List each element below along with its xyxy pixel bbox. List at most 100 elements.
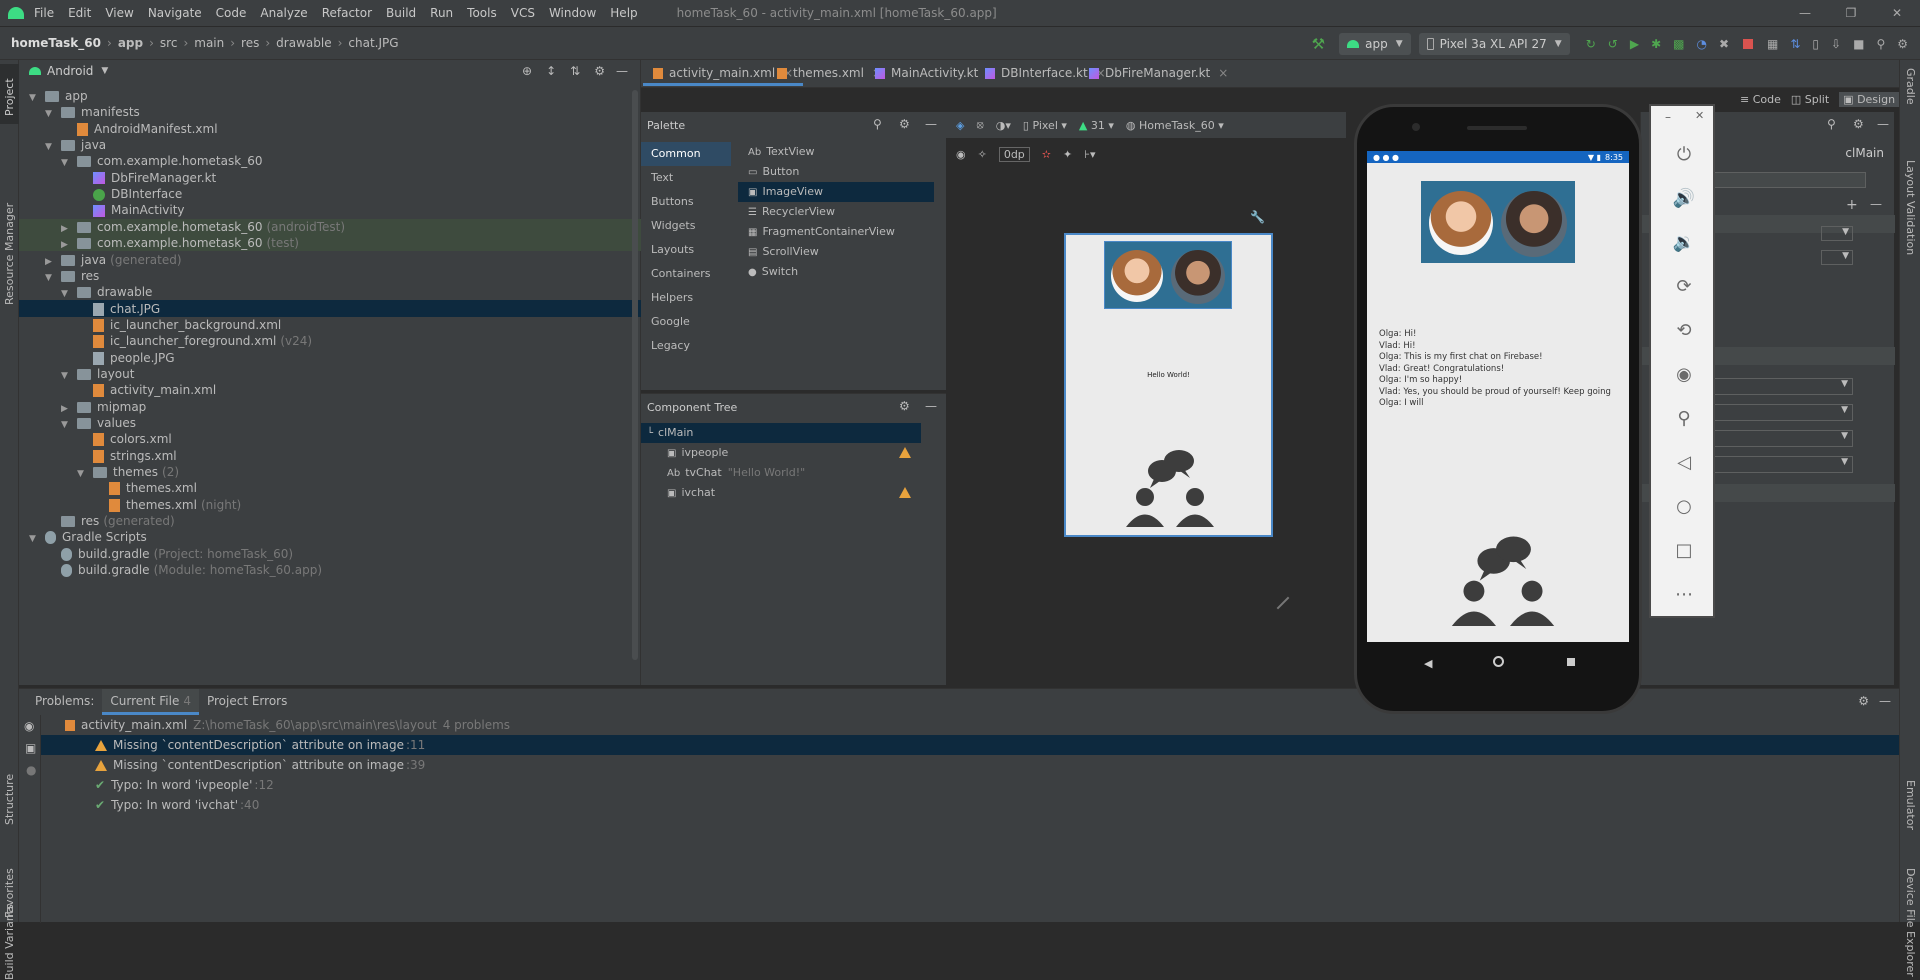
hello-text[interactable]: Hello World! (1066, 371, 1271, 379)
palette-category[interactable]: Helpers (641, 286, 731, 310)
volume-up-button[interactable]: 🔊 (1658, 176, 1710, 220)
gear-icon[interactable]: ⚙ (1858, 694, 1869, 708)
problem-item[interactable]: ✔ Typo: In word 'ivpeople':12 (95, 775, 274, 795)
palette-category[interactable]: Text (641, 166, 731, 190)
menu-window[interactable]: Window (549, 6, 596, 20)
tool-window-structure[interactable]: Structure (3, 774, 16, 825)
palette-category[interactable]: Common (641, 142, 731, 166)
overview-button[interactable]: □ (1658, 528, 1710, 572)
ivchat-image[interactable] (1120, 447, 1220, 533)
device-select[interactable]: Pixel 3a XL API 27 ▼ (1418, 33, 1570, 55)
breadcrumb-item[interactable]: chat.JPG (348, 36, 398, 50)
chevron-down-icon[interactable]: ▼ (45, 268, 55, 288)
wrench-icon[interactable]: 🔧 (1250, 210, 1265, 224)
coverage-icon[interactable]: ▩ (1673, 37, 1684, 51)
nav-home-button[interactable] (1493, 656, 1504, 667)
problem-item[interactable]: Missing `contentDescription` attribute o… (95, 735, 425, 755)
run-config-select[interactable]: app ▼ (1339, 33, 1411, 55)
orientation-icon[interactable]: ⦻ (976, 118, 983, 132)
problems-tab[interactable]: Current File 4 (102, 689, 199, 715)
screenshot-button[interactable]: ◉ (1658, 352, 1710, 396)
night-mode-icon[interactable]: ◑▾ (996, 119, 1011, 132)
palette-item[interactable]: ▦ FragmentContainerView (738, 222, 934, 242)
tree-item[interactable]: build.gradle (Module: homeTask_60.app) (45, 560, 322, 580)
attr-dropdown[interactable]: ▼ (1701, 404, 1853, 421)
tool-window-project[interactable]: Project (0, 64, 19, 124)
chevron-down-icon[interactable]: ▼ (61, 366, 71, 386)
palette-item[interactable]: ● Switch (738, 262, 934, 282)
settings-icon[interactable]: ⚙ (1897, 37, 1908, 51)
breadcrumb-item[interactable]: res (241, 36, 259, 50)
eye-icon[interactable]: ◉ (24, 719, 34, 733)
menu-build[interactable]: Build (386, 6, 416, 20)
layout-preview[interactable]: Hello World! (1064, 233, 1273, 537)
id-field[interactable] (1711, 172, 1866, 188)
rotate-left-button[interactable]: ⟳ (1658, 264, 1710, 308)
gear-icon[interactable]: ⚙ (1853, 117, 1864, 131)
component-tree-item[interactable]: ▣ ivchat (641, 483, 921, 503)
assistant-icon[interactable]: ■ (1853, 37, 1864, 51)
debug-icon[interactable]: ✱ (1651, 37, 1661, 51)
hide-icon[interactable]: — (616, 64, 628, 78)
emulator-close-button[interactable]: ✕ (1695, 109, 1704, 122)
menu-analyze[interactable]: Analyze (260, 6, 307, 20)
editor-tab[interactable]: DbFireManager.kt × (1079, 60, 1238, 86)
menu-refactor[interactable]: Refactor (322, 6, 372, 20)
hammer-icon[interactable]: ⚒ (1312, 35, 1325, 53)
guidelines-icon[interactable]: ⊦▾ (1084, 148, 1095, 161)
breadcrumb-item[interactable]: homeTask_60 (11, 36, 101, 50)
sdk-manager-icon[interactable]: ⇩ (1831, 37, 1841, 51)
search-icon[interactable]: ⚲ (1876, 37, 1885, 51)
volume-down-button[interactable]: 🔉 (1658, 220, 1710, 264)
main-menu[interactable]: File Edit View Navigate Code Analyze Refactor B… (34, 6, 652, 20)
palette-item[interactable]: Ab TextView (738, 142, 934, 162)
problems-tab[interactable]: Project Errors (199, 689, 295, 715)
chevron-down-icon[interactable]: ▼ (101, 66, 108, 76)
project-structure-icon[interactable]: ▦ (1767, 37, 1778, 51)
infer-constraints-icon[interactable]: ✦ (1063, 148, 1072, 161)
chevron-down-icon[interactable]: ▼ (45, 137, 55, 157)
palette-category[interactable]: Legacy (641, 334, 731, 358)
menu-edit[interactable]: Edit (68, 6, 91, 20)
locate-icon[interactable]: ⊕ (522, 64, 532, 78)
remove-attribute-icon[interactable]: — (1870, 197, 1882, 211)
attach-debugger-icon[interactable]: ✖ (1719, 37, 1729, 51)
close-icon[interactable]: × (1218, 66, 1228, 80)
apply-code-changes-icon[interactable]: ↺ (1608, 37, 1618, 51)
warning-icon[interactable] (899, 487, 911, 498)
menu-vcs[interactable]: VCS (511, 6, 535, 20)
tool-window-layout-validation[interactable]: Layout Validation (1904, 160, 1917, 255)
breadcrumb-item[interactable]: main (194, 36, 224, 50)
project-view-select[interactable]: Android (47, 64, 93, 78)
component-tree-item[interactable]: Ab tvChat "Hello World!" (641, 463, 921, 483)
view-options-icon[interactable]: ◉ (956, 148, 966, 161)
code-mode-button[interactable]: ≡ Code (1740, 93, 1781, 106)
palette-item[interactable]: ☰ RecyclerView (738, 202, 934, 222)
nav-back-button[interactable]: ◀ (1424, 657, 1432, 670)
run-icon[interactable]: ▶ (1630, 37, 1639, 51)
ivpeople-image[interactable] (1104, 241, 1232, 309)
apply-changes-icon[interactable]: ↻ (1586, 37, 1596, 51)
palette-item[interactable]: ▤ ScrollView (738, 242, 934, 262)
more-button[interactable]: ⋯ (1658, 572, 1710, 616)
clear-constraints-icon[interactable]: ✫ (1042, 148, 1051, 161)
tool-window-emulator[interactable]: Emulator (1904, 780, 1917, 830)
menu-tools[interactable]: Tools (467, 6, 497, 20)
theme-select[interactable]: ◍ HomeTask_60 ▾ (1126, 119, 1224, 132)
design-mode-button[interactable]: ▣ Design (1839, 91, 1900, 107)
avd-manager-icon[interactable]: ▯ (1812, 37, 1819, 51)
close-window-button[interactable]: ✕ (1874, 6, 1920, 20)
attr-dropdown[interactable]: ▼ (1821, 250, 1853, 265)
hide-icon[interactable]: — (1879, 694, 1891, 708)
gear-icon[interactable]: ⚙ (899, 117, 910, 131)
stop-icon[interactable] (1743, 39, 1754, 49)
search-icon[interactable]: ⚲ (1827, 117, 1836, 131)
warning-icon[interactable] (899, 447, 911, 458)
power-button[interactable]: ⏻ (1658, 132, 1710, 176)
split-mode-button[interactable]: ◫ Split (1791, 93, 1829, 106)
attr-dropdown[interactable]: ▼ (1701, 456, 1853, 473)
gear-icon[interactable]: ⚙ (594, 64, 605, 78)
add-attribute-icon[interactable]: + (1846, 197, 1858, 213)
menu-run[interactable]: Run (430, 6, 453, 20)
problem-item[interactable]: Missing `contentDescription` attribute o… (95, 755, 425, 775)
